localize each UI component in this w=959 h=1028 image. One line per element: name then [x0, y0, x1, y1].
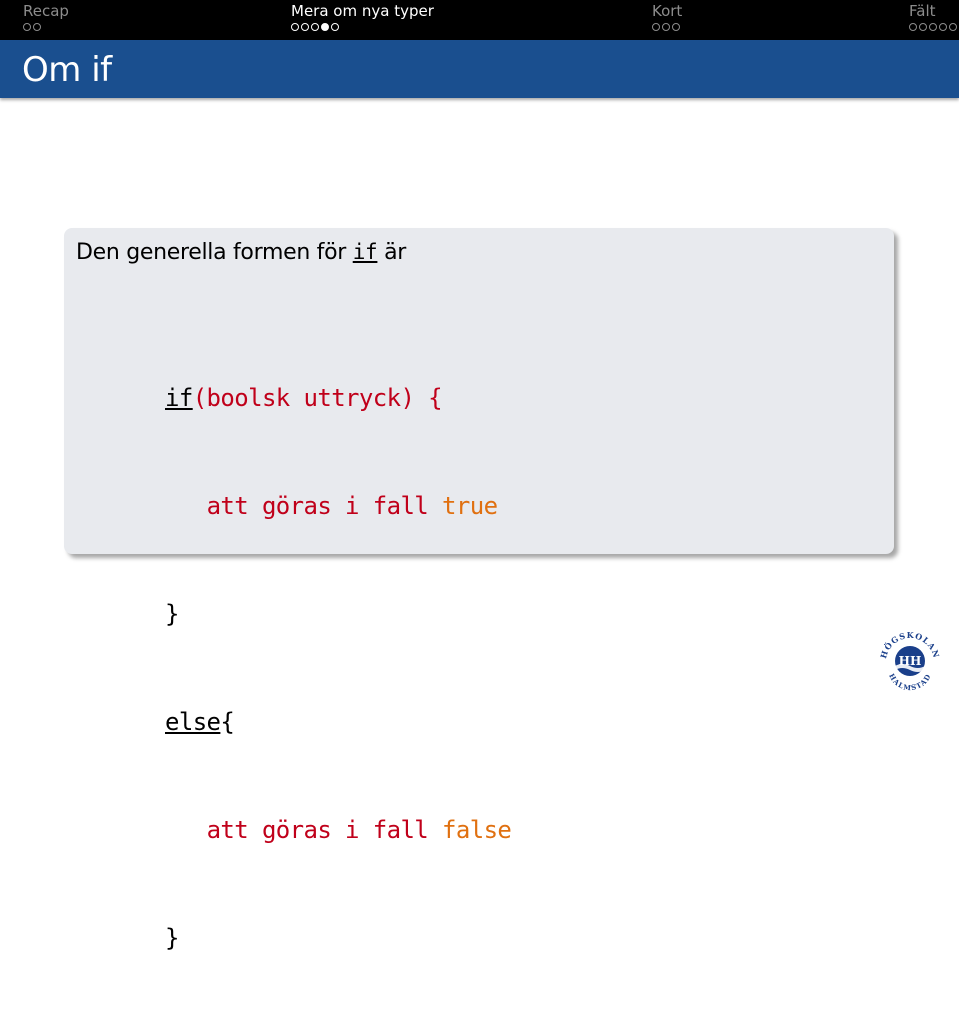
hogskolan-halmstad-logo: HÖGSKOLAN HH HALMSTAD	[878, 630, 941, 692]
navigation-bar: Recap Mera om nya typer Kort Fält	[0, 0, 959, 40]
intro-text: Den generella formen för if är	[76, 240, 406, 265]
nav-dots	[652, 23, 682, 31]
nav-label[interactable]: Fält	[909, 2, 957, 20]
nav-dots	[909, 23, 957, 31]
nav-section-kort[interactable]: Kort	[652, 2, 682, 31]
nav-dot[interactable]	[23, 23, 31, 31]
nav-dot[interactable]	[291, 23, 299, 31]
logo-monogram: HH	[899, 654, 922, 668]
intro-suffix: är	[384, 240, 407, 265]
nav-section-recap[interactable]: Recap	[23, 2, 69, 31]
if-keyword: if	[165, 384, 193, 412]
nav-dot[interactable]	[331, 23, 339, 31]
code-line-true-action: att göras i fall true	[165, 488, 511, 524]
nav-dot[interactable]	[929, 23, 937, 31]
condition: (boolsk uttryck) {	[192, 384, 443, 412]
nav-dots	[291, 23, 434, 31]
nav-dot[interactable]	[301, 23, 309, 31]
true-value: true	[442, 492, 498, 520]
nav-dot-current[interactable]	[321, 23, 329, 31]
nav-label[interactable]: Mera om nya typer	[291, 2, 434, 20]
code-line-if: if(boolsk uttryck) {	[165, 380, 511, 416]
nav-dot[interactable]	[672, 23, 680, 31]
nav-dot[interactable]	[949, 23, 957, 31]
nav-label[interactable]: Recap	[23, 2, 69, 20]
nav-label[interactable]: Kort	[652, 2, 682, 20]
nav-dot[interactable]	[939, 23, 947, 31]
closing-brace: }	[165, 924, 179, 952]
code-line-close: }	[165, 920, 511, 956]
frame-title-bar: Om if	[0, 40, 959, 98]
nav-dot[interactable]	[919, 23, 927, 31]
code-listing: if(boolsk uttryck) { att göras i fall tr…	[165, 308, 512, 1028]
nav-dot[interactable]	[33, 23, 41, 31]
code-line-close: }	[165, 596, 511, 632]
frame-title: Om if	[22, 50, 112, 90]
closing-brace: }	[165, 600, 179, 628]
intro-keyword: if	[352, 240, 378, 264]
else-brace: {	[220, 708, 235, 736]
nav-dot[interactable]	[662, 23, 670, 31]
code-line-else: else{	[165, 704, 511, 740]
nav-section-mera-om-nya-typer[interactable]: Mera om nya typer	[291, 2, 434, 31]
true-action: att göras i fall	[206, 492, 429, 520]
content-block: Den generella formen för if är if(boolsk…	[64, 228, 894, 952]
nav-dot[interactable]	[652, 23, 660, 31]
nav-dot[interactable]	[909, 23, 917, 31]
intro-prefix: Den generella formen för	[76, 240, 347, 265]
false-action: att göras i fall	[206, 816, 429, 844]
nav-section-falt[interactable]: Fält	[909, 2, 957, 31]
false-value: false	[442, 816, 512, 844]
else-keyword: else	[165, 708, 221, 736]
nav-dots	[23, 23, 69, 31]
nav-dot[interactable]	[311, 23, 319, 31]
code-line-false-action: att göras i fall false	[165, 812, 512, 848]
